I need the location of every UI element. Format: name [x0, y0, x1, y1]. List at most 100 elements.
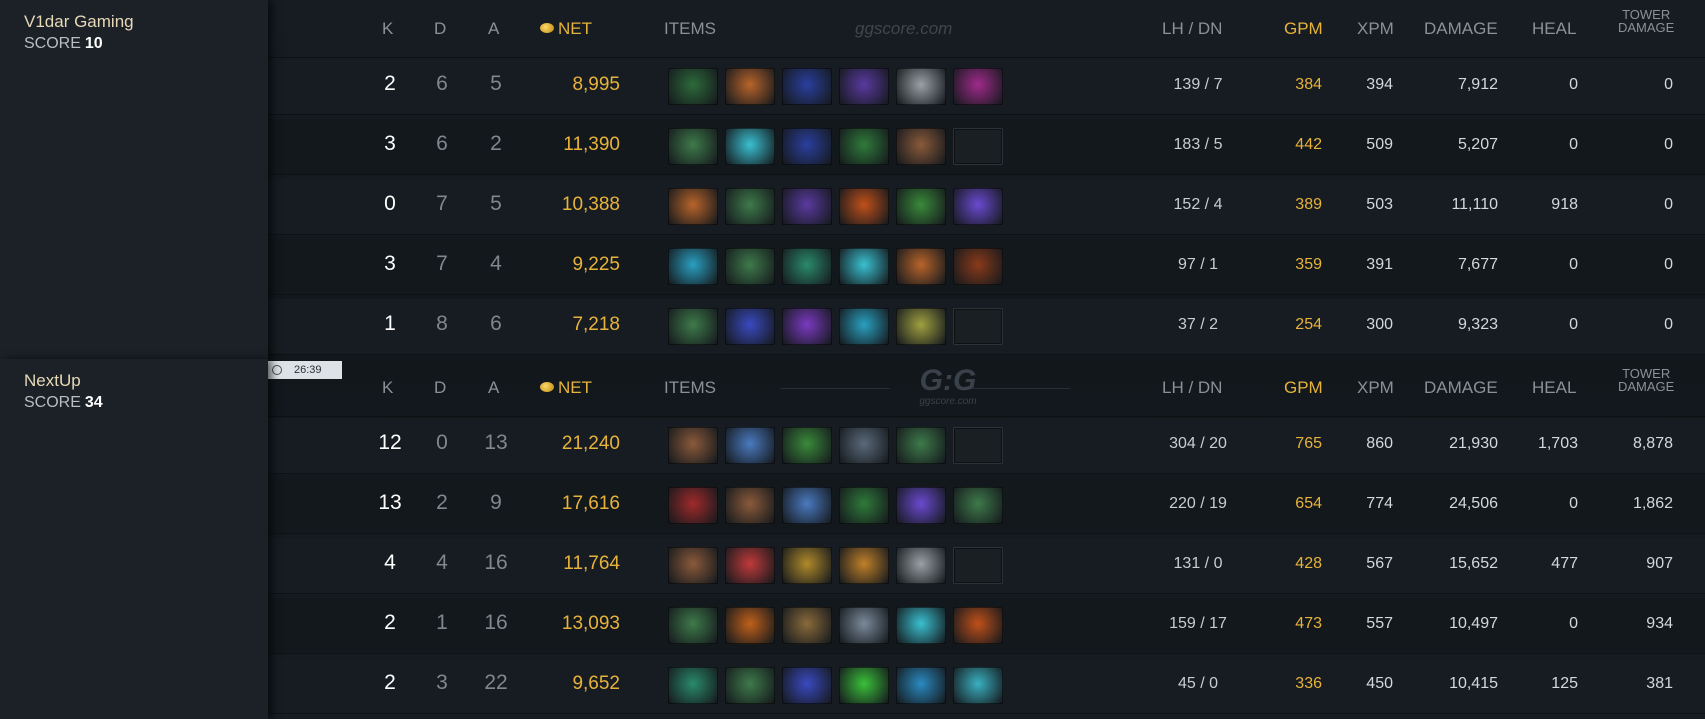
item-slot[interactable]	[782, 607, 832, 644]
item-slot[interactable]	[953, 607, 1003, 644]
header-damage[interactable]: DAMAGE	[1424, 19, 1498, 39]
item-slot[interactable]	[839, 248, 889, 285]
header-tower-damage[interactable]: TOWER DAMAGE	[1618, 8, 1674, 34]
item-slot[interactable]	[896, 188, 946, 225]
tower-damage-value: 0	[1664, 256, 1673, 273]
item-slot[interactable]	[725, 427, 775, 464]
header-net[interactable]: NET	[540, 378, 592, 398]
item-slot[interactable]	[896, 607, 946, 644]
net-worth: 7,218	[572, 314, 620, 335]
team-name[interactable]: V1dar Gaming	[24, 12, 134, 32]
header-a[interactable]: A	[488, 19, 499, 39]
item-slot[interactable]	[725, 487, 775, 524]
header-heal[interactable]: HEAL	[1532, 378, 1576, 398]
gpm-value: 473	[1295, 615, 1322, 632]
header-net[interactable]: NET	[540, 19, 592, 39]
header-lh-dn[interactable]: LH / DN	[1162, 378, 1222, 398]
item-slot[interactable]	[839, 128, 889, 165]
logo-subtext: ggscore.com	[919, 396, 977, 407]
empty-item-slot[interactable]	[953, 308, 1003, 345]
item-slot[interactable]	[953, 68, 1003, 105]
item-slot[interactable]	[896, 248, 946, 285]
item-slot[interactable]	[839, 68, 889, 105]
tower-damage-value: 0	[1664, 316, 1673, 333]
item-slot[interactable]	[782, 487, 832, 524]
header-heal[interactable]: HEAL	[1532, 19, 1576, 39]
item-slot[interactable]	[953, 667, 1003, 704]
item-slot[interactable]	[668, 308, 718, 345]
last-hits-denies: 183 / 5	[1173, 136, 1223, 153]
item-slot[interactable]	[725, 667, 775, 704]
item-slot[interactable]	[725, 607, 775, 644]
item-slot[interactable]	[839, 188, 889, 225]
item-slot[interactable]	[896, 667, 946, 704]
item-slot[interactable]	[839, 547, 889, 584]
xpm-value: 774	[1366, 495, 1393, 512]
header-gpm[interactable]: GPM	[1284, 378, 1323, 398]
tower-damage-value: 381	[1646, 675, 1673, 692]
item-slot[interactable]	[782, 188, 832, 225]
item-slot[interactable]	[725, 547, 775, 584]
empty-item-slot[interactable]	[953, 547, 1003, 584]
item-slot[interactable]	[839, 427, 889, 464]
item-slot[interactable]	[839, 308, 889, 345]
item-slot[interactable]	[668, 487, 718, 524]
empty-item-slot[interactable]	[953, 427, 1003, 464]
item-slot[interactable]	[839, 487, 889, 524]
damage-value: 21,930	[1449, 435, 1498, 452]
item-slot[interactable]	[839, 667, 889, 704]
header-a[interactable]: A	[488, 378, 499, 398]
header-k[interactable]: K	[382, 19, 393, 39]
header-lh-dn[interactable]: LH / DN	[1162, 19, 1222, 39]
item-slot[interactable]	[782, 68, 832, 105]
item-slot[interactable]	[725, 128, 775, 165]
header-xpm[interactable]: XPM	[1357, 378, 1394, 398]
item-slot[interactable]	[668, 248, 718, 285]
item-slot[interactable]	[782, 427, 832, 464]
item-slot[interactable]	[668, 547, 718, 584]
item-slot[interactable]	[782, 128, 832, 165]
kills: 1	[384, 312, 396, 335]
item-slot[interactable]	[782, 667, 832, 704]
gpm-value: 254	[1295, 316, 1322, 333]
item-slot[interactable]	[896, 487, 946, 524]
item-slot[interactable]	[953, 248, 1003, 285]
item-slot[interactable]	[782, 248, 832, 285]
player-stats-row: 13 2 9 17,616 220 / 19 654 774 24,506 0 1,862	[268, 478, 1705, 534]
kills: 13	[378, 491, 402, 514]
tower-damage-value: 0	[1664, 136, 1673, 153]
item-slot[interactable]	[896, 128, 946, 165]
item-slot[interactable]	[668, 607, 718, 644]
item-slot[interactable]	[668, 188, 718, 225]
item-slot[interactable]	[668, 427, 718, 464]
header-d[interactable]: D	[434, 19, 446, 39]
empty-item-slot[interactable]	[953, 128, 1003, 165]
team-name[interactable]: NextUp	[24, 371, 81, 391]
header-xpm[interactable]: XPM	[1357, 19, 1394, 39]
item-slot[interactable]	[896, 308, 946, 345]
item-slot[interactable]	[725, 68, 775, 105]
item-slot[interactable]	[668, 128, 718, 165]
item-slot[interactable]	[782, 308, 832, 345]
net-worth: 11,764	[563, 553, 620, 574]
item-slot[interactable]	[668, 667, 718, 704]
header-k[interactable]: K	[382, 378, 393, 398]
header-gpm[interactable]: GPM	[1284, 19, 1323, 39]
item-slot[interactable]	[896, 427, 946, 464]
item-slot[interactable]	[725, 188, 775, 225]
item-slot[interactable]	[896, 547, 946, 584]
net-worth: 9,225	[572, 254, 620, 275]
item-slot[interactable]	[782, 547, 832, 584]
header-d[interactable]: D	[434, 378, 446, 398]
assists: 4	[490, 252, 502, 275]
item-slot[interactable]	[896, 68, 946, 105]
item-slot[interactable]	[725, 308, 775, 345]
header-damage[interactable]: DAMAGE	[1424, 378, 1498, 398]
item-slot[interactable]	[725, 248, 775, 285]
header-tower-damage[interactable]: TOWER DAMAGE	[1618, 367, 1674, 393]
item-slot[interactable]	[953, 487, 1003, 524]
item-slot[interactable]	[668, 68, 718, 105]
damage-value: 10,415	[1449, 675, 1498, 692]
item-slot[interactable]	[839, 607, 889, 644]
item-slot[interactable]	[953, 188, 1003, 225]
